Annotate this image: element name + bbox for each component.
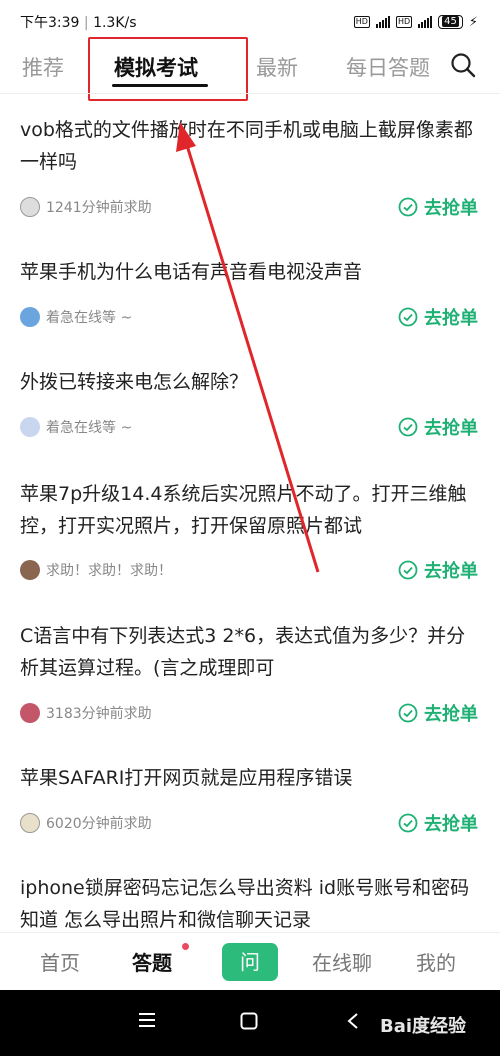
check-circle-icon — [398, 197, 418, 217]
back-icon[interactable] — [346, 1012, 360, 1030]
question-title[interactable]: C语言中有下列表达式3 2*6，表达式值为多少？并分析其运算过程。(言之成理即可 — [20, 620, 482, 684]
question-title[interactable]: iphone锁屏密码忘记怎么导出资料 id账号账号和密码知道 怎么导出照片和微信… — [20, 872, 482, 932]
grab-label: 去抢单 — [424, 198, 478, 219]
grab-label: 去抢单 — [424, 561, 478, 582]
grab-order-button[interactable]: 去抢单 — [398, 557, 478, 583]
battery-icon: 45 — [438, 15, 463, 29]
check-circle-icon — [398, 813, 418, 833]
meta-text: 3183分钟前求助 — [46, 706, 152, 722]
meta-text: 着急在线等 ~ — [46, 310, 133, 326]
grab-order-button[interactable]: 去抢单 — [398, 700, 478, 726]
signal-icon-2 — [418, 16, 433, 28]
question-title[interactable]: 外拨已转接来电怎么解除？ — [20, 366, 482, 398]
avatar — [20, 417, 40, 437]
status-bar: 下午3:39 | 1.3K/s HD HD 45 ⚡ — [0, 0, 500, 44]
check-circle-icon — [398, 417, 418, 437]
question-meta: 求助！求助！求助！ — [20, 560, 172, 580]
meta-text: 着急在线等 ~ — [46, 420, 133, 436]
hd-icon-2: HD — [395, 16, 413, 28]
question-title[interactable]: 苹果SAFARI打开网页就是应用程序错误 — [20, 762, 482, 794]
divider — [0, 93, 500, 94]
avatar — [20, 813, 40, 833]
annotation-box — [88, 37, 248, 101]
hd-icon: HD — [353, 16, 370, 28]
question-meta: 1241分钟前求助 — [20, 197, 152, 217]
status-right: HD HD 45 ⚡ — [353, 14, 478, 30]
menu-icon[interactable] — [138, 1012, 156, 1028]
notification-dot — [182, 943, 189, 950]
status-time: 下午3:39 — [20, 15, 80, 31]
check-circle-icon — [398, 560, 418, 580]
tab-latest[interactable]: 最新 — [256, 52, 298, 82]
charging-icon: ⚡ — [468, 14, 478, 30]
meta-text: 6020分钟前求助 — [46, 816, 152, 832]
check-circle-icon — [398, 703, 418, 723]
grab-label: 去抢单 — [424, 418, 478, 439]
grab-order-button[interactable]: 去抢单 — [398, 194, 478, 220]
top-tabs: 推荐 模拟考试 最新 每日答题 — [0, 44, 500, 94]
avatar — [20, 703, 40, 723]
question-title[interactable]: 苹果7p升级14.4系统后实况照片不动了。打开三维触控，打开实况照片，打开保留原… — [20, 478, 482, 542]
grab-label: 去抢单 — [424, 308, 478, 329]
question-meta: 3183分钟前求助 — [20, 703, 152, 723]
nav-answer[interactable]: 答题 — [132, 947, 172, 976]
question-title[interactable]: vob格式的文件播放时在不同手机或电脑上截屏像素都一样吗 — [20, 114, 482, 178]
search-icon[interactable] — [450, 52, 476, 78]
signal-icon — [375, 16, 390, 28]
tab-daily[interactable]: 每日答题 — [346, 52, 430, 82]
question-meta: 着急在线等 ~ — [20, 417, 132, 437]
meta-text: 求助！求助！求助！ — [46, 563, 172, 579]
grab-order-button[interactable]: 去抢单 — [398, 414, 478, 440]
question-meta: 着急在线等 ~ — [20, 307, 132, 327]
avatar — [20, 560, 40, 580]
bottom-nav: 首页 答题 问 在线聊 我的 — [0, 932, 500, 991]
baidu-watermark: Bai度经验 — [380, 1016, 467, 1037]
grab-order-button[interactable]: 去抢单 — [398, 304, 478, 330]
grab-order-button[interactable]: 去抢单 — [398, 810, 478, 836]
meta-text: 1241分钟前求助 — [46, 200, 152, 216]
avatar — [20, 307, 40, 327]
grab-label: 去抢单 — [424, 704, 478, 725]
nav-home[interactable]: 首页 — [40, 947, 80, 976]
grab-label: 去抢单 — [424, 814, 478, 835]
avatar — [20, 197, 40, 217]
home-icon[interactable] — [240, 1012, 258, 1030]
ask-button[interactable]: 问 — [222, 943, 278, 981]
question-title[interactable]: 苹果手机为什么电话有声音看电视没声音 — [20, 256, 482, 288]
check-circle-icon — [398, 307, 418, 327]
nav-chat[interactable]: 在线聊 — [312, 947, 372, 976]
network-speed: 1.3K/s — [93, 15, 137, 31]
nav-mine[interactable]: 我的 — [416, 947, 456, 976]
status-left: 下午3:39 | 1.3K/s — [20, 15, 137, 31]
question-meta: 6020分钟前求助 — [20, 813, 152, 833]
tab-recommend[interactable]: 推荐 — [22, 52, 64, 82]
